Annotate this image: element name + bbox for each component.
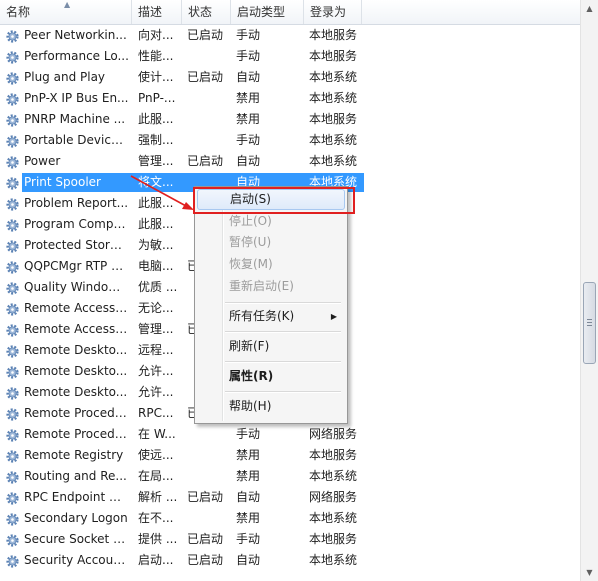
annotation-arrow-icon: [130, 175, 194, 210]
